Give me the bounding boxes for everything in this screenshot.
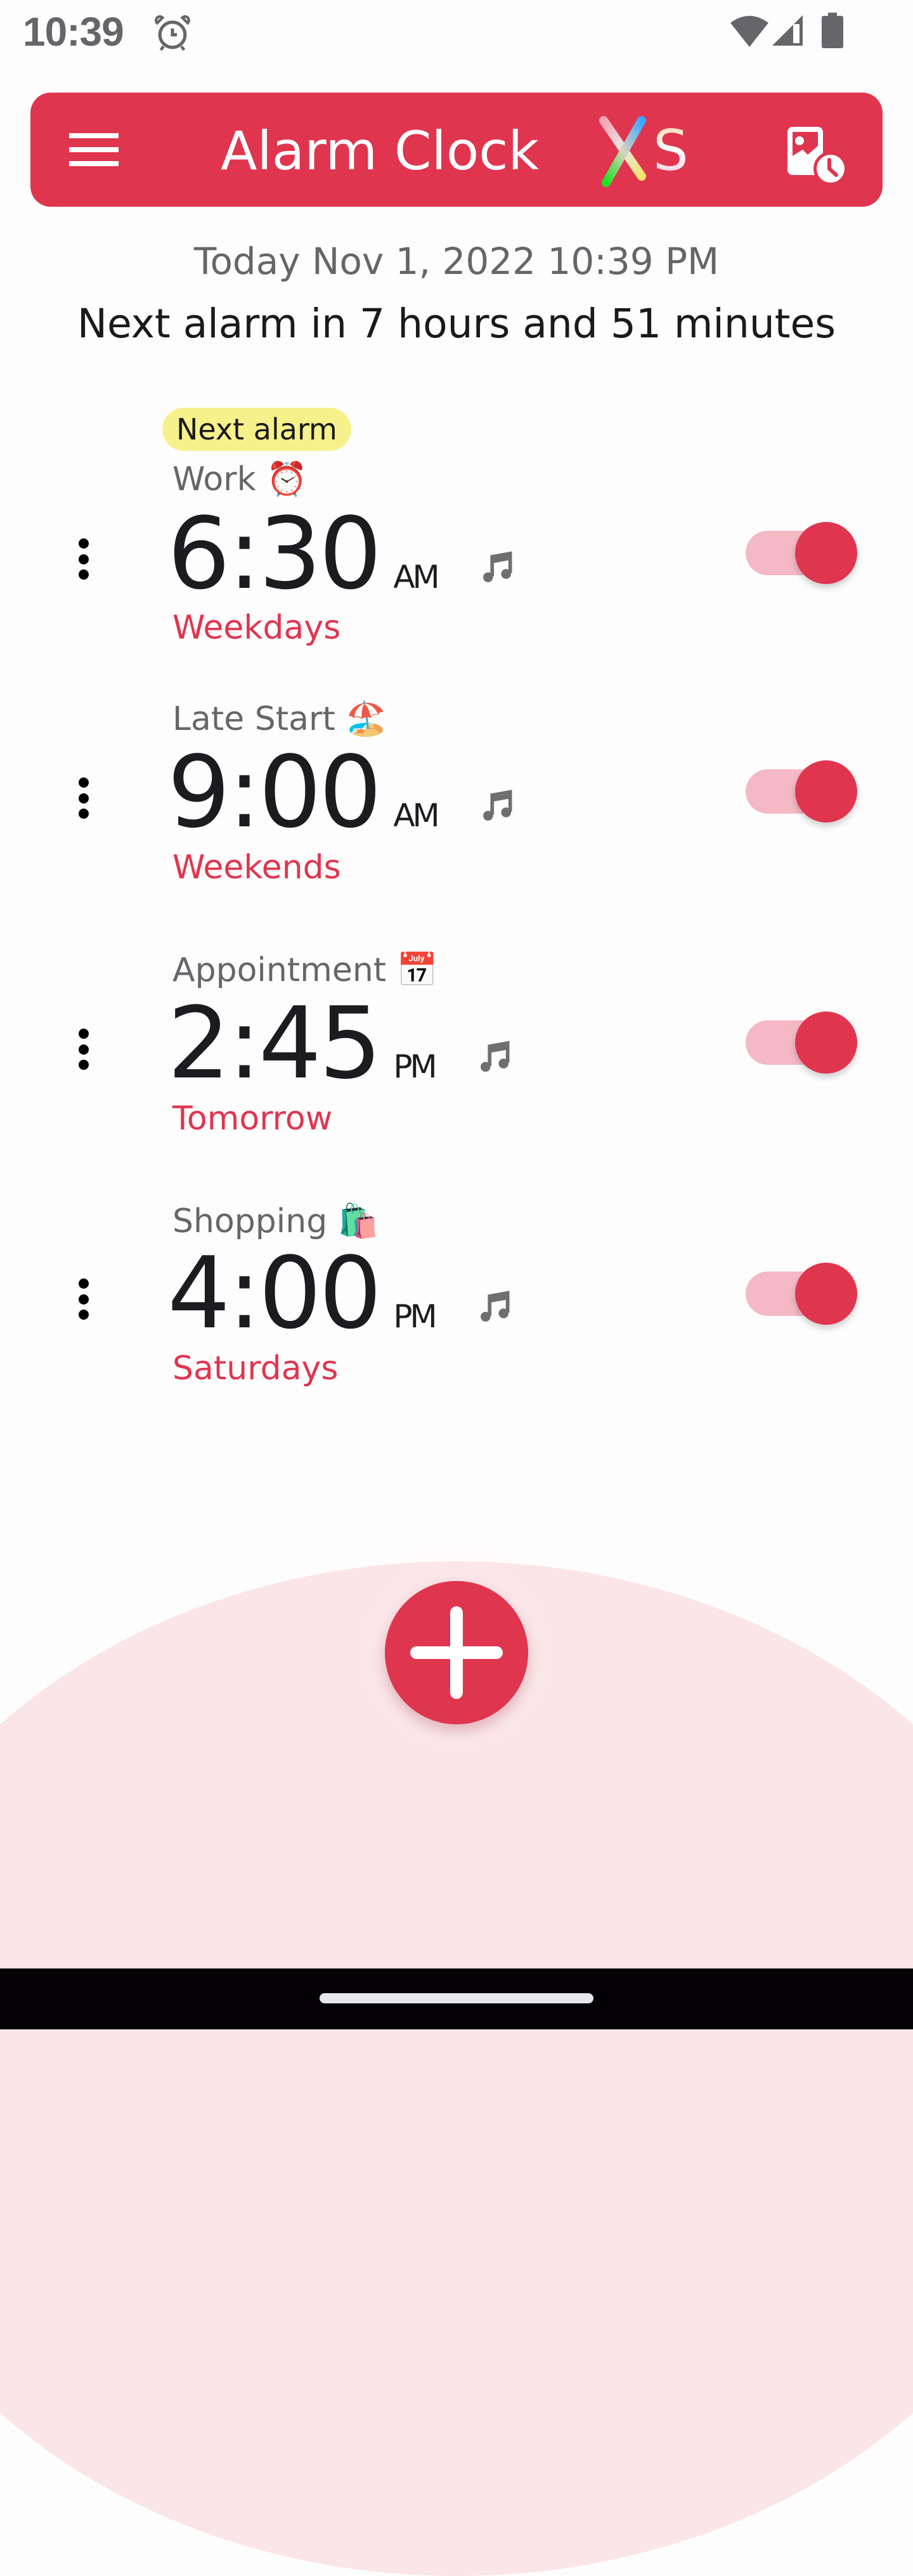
am-pm: AM [393,559,439,595]
repeat-days: Weekends [172,849,341,887]
more-options-button[interactable] [66,754,101,830]
current-date-time: Today Nov 1, 2022 10:39 PM [193,240,720,283]
am-pm: PM [393,1048,437,1085]
more-options-button[interactable] [66,1255,101,1331]
repeat-days: Weekdays [172,609,341,647]
music-note-icon[interactable] [475,1288,514,1327]
menu-button[interactable] [61,120,127,179]
alarm-row[interactable]: Next alarm Work ⏰ 6:30 AM Weekdays [0,406,913,653]
am-pm: PM [393,1298,437,1335]
alarm-time[interactable]: 2:45 PM [167,989,514,1097]
logo-x-icon [599,116,646,187]
shopping-bags-emoji-icon: 🛍️ [337,1202,379,1240]
alarm-clock-icon [155,15,190,51]
status-bar-time: 10:39 [23,9,124,55]
music-note-icon[interactable] [475,1038,514,1077]
alarm-row[interactable]: Late Start 🏖️ 9:00 AM Weekends [0,694,913,941]
alarm-row[interactable]: Shopping 🛍️ 4:00 PM Saturdays [0,1196,913,1443]
next-alarm-countdown: Next alarm in 7 hours and 51 minutes [77,301,836,347]
alarm-toggle[interactable] [746,1008,857,1077]
am-pm: AM [393,797,439,834]
logo-s: S [653,113,689,189]
calendar-emoji-icon: 📅 [396,951,438,989]
next-alarm-badge: Next alarm [162,408,351,451]
photo-clock-button[interactable] [777,113,853,189]
alarm-toggle[interactable] [746,1259,857,1329]
alarm-toggle[interactable] [746,518,857,588]
alarm-time[interactable]: 9:00 AM [167,738,517,846]
more-options-button[interactable] [66,515,101,591]
repeat-days: Saturdays [172,1350,339,1388]
wifi-icon [730,16,768,47]
cellular-signal-icon [772,15,803,46]
photo-clock-icon [787,127,848,186]
beach-umbrella-emoji-icon: 🏖️ [346,700,387,738]
repeat-days: Tomorrow [172,1100,333,1138]
more-options-button[interactable] [66,1005,101,1081]
battery-icon [822,13,843,48]
hamburger-menu-icon [69,133,119,138]
alarm-row[interactable]: Appointment 📅 2:45 PM Tomorrow [0,945,913,1192]
alarm-time[interactable]: 6:30 AM [167,500,517,608]
music-note-icon[interactable] [477,787,517,826]
alarm-toggle[interactable] [746,757,857,826]
add-alarm-button[interactable] [385,1581,528,1724]
alarm-time[interactable]: 4:00 PM [167,1239,514,1347]
alarm-clock-emoji-icon: ⏰ [266,460,308,498]
app-title: Alarm Clock [221,120,540,182]
music-note-icon[interactable] [477,549,517,588]
home-gesture-handle[interactable] [320,1993,593,2003]
